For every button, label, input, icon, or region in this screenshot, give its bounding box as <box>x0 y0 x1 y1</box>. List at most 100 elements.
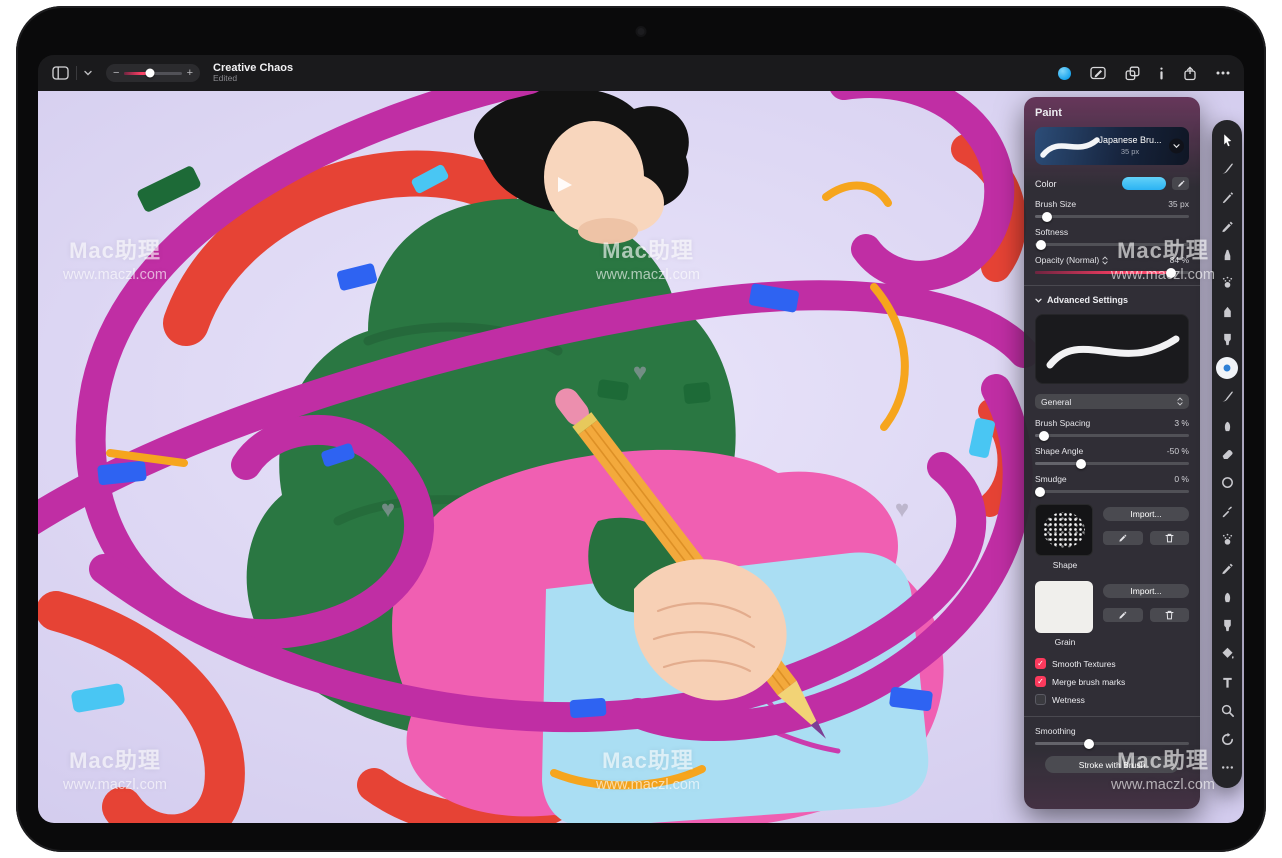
pencil-tool[interactable] <box>1216 215 1238 237</box>
eyedropper-tool[interactable] <box>1216 500 1238 522</box>
shape-texture-row: Shape Import... <box>1035 504 1189 570</box>
slider-label: Brush Size <box>1035 199 1076 209</box>
brush-name: Japanese Bru... <box>1095 135 1165 145</box>
color-row: Color <box>1035 177 1189 190</box>
color-swatch[interactable] <box>1122 177 1166 190</box>
shape-edit-button[interactable] <box>1103 531 1143 545</box>
grain-delete-button[interactable] <box>1150 608 1190 622</box>
shape-caption: Shape <box>1035 560 1095 570</box>
device-frame: − + Creative Chaos Edited <box>16 6 1266 852</box>
color-well[interactable] <box>1058 67 1071 80</box>
shape-delete-button[interactable] <box>1150 531 1190 545</box>
panel-divider <box>1024 285 1200 286</box>
ink-pen-tool[interactable] <box>1216 186 1238 208</box>
slider-value: 0 % <box>1174 474 1189 484</box>
layers-icon[interactable] <box>1125 66 1140 81</box>
brush-size-slider[interactable]: Brush Size 35 px <box>1035 199 1189 218</box>
brush-size-quick-slider[interactable]: − + <box>106 64 200 82</box>
color-edit-button[interactable] <box>1172 177 1189 190</box>
slider-label: Brush Spacing <box>1035 418 1090 428</box>
grain-caption: Grain <box>1035 637 1095 647</box>
slider-label: Smoothing <box>1035 726 1076 736</box>
checkbox-label: Smooth Textures <box>1052 659 1116 669</box>
stroke-with-brush-button[interactable]: Stroke with Brush <box>1045 756 1179 773</box>
slider-value: 84 % <box>1170 255 1189 265</box>
smoothing-slider[interactable]: Smoothing <box>1035 726 1189 745</box>
fill-tool[interactable] <box>1216 643 1238 665</box>
checkbox-smooth-textures[interactable]: ✓ Smooth Textures <box>1035 658 1189 669</box>
slider-value: 35 px <box>1168 199 1189 209</box>
checkbox-group: ✓ Smooth Textures ✓ Merge brush marks We… <box>1035 658 1189 705</box>
paint-tool[interactable] <box>1216 357 1238 379</box>
softness-slider[interactable]: Softness <box>1035 227 1189 246</box>
pencil-icon <box>1118 534 1127 543</box>
airbrush-tool[interactable] <box>1216 272 1238 294</box>
sidebar-toggle-button[interactable] <box>52 66 69 80</box>
more-icon[interactable] <box>1216 71 1230 75</box>
brush-selector-chevron[interactable] <box>1169 139 1184 154</box>
panel-title: Paint <box>1035 107 1189 119</box>
trash-icon <box>1165 533 1174 543</box>
checkbox-wetness[interactable]: Wetness <box>1035 694 1189 705</box>
tool-rail <box>1212 120 1242 788</box>
toolbar-top: − + Creative Chaos Edited <box>38 55 1244 91</box>
edit-canvas-icon[interactable] <box>1090 66 1106 80</box>
texture-brush-tool[interactable] <box>1216 614 1238 636</box>
chevron-up-down-icon <box>1177 397 1183 406</box>
color-label: Color <box>1035 179 1122 189</box>
brush-size-caption: 35 px <box>1095 147 1165 156</box>
grain-import-button[interactable]: Import... <box>1103 584 1189 598</box>
text-tool[interactable] <box>1216 671 1238 693</box>
chevron-down-icon <box>1035 298 1042 303</box>
blend-mode-stepper-icon[interactable] <box>1102 256 1108 265</box>
blend-tool[interactable] <box>1216 586 1238 608</box>
paint-brush-tool[interactable] <box>1216 158 1238 180</box>
advanced-settings-header[interactable]: Advanced Settings <box>1035 295 1189 305</box>
grain-texture-row: Grain Import... <box>1035 581 1189 647</box>
marker-tool[interactable] <box>1216 243 1238 265</box>
smudge-slider[interactable]: Smudge 0 % <box>1035 474 1189 493</box>
checkbox-label: Wetness <box>1052 695 1085 705</box>
slider-label: Opacity (Normal) <box>1035 255 1099 265</box>
quick-slider-track[interactable] <box>124 72 181 75</box>
shape-tool[interactable] <box>1216 471 1238 493</box>
app-window: − + Creative Chaos Edited <box>38 55 1244 823</box>
move-tool[interactable] <box>1216 129 1238 151</box>
brush-spacing-slider[interactable]: Brush Spacing 3 % <box>1035 418 1189 437</box>
info-icon[interactable] <box>1159 67 1164 80</box>
zoom-minus-button[interactable]: − <box>113 68 119 79</box>
advanced-settings-label: Advanced Settings <box>1047 295 1128 305</box>
zoom-tool[interactable] <box>1216 700 1238 722</box>
rotate-tool[interactable] <box>1216 728 1238 750</box>
pencil-icon <box>1118 611 1127 620</box>
brush-selector[interactable]: Japanese Bru... 35 px <box>1035 127 1189 165</box>
brush-mode-dropdown[interactable]: General <box>1035 394 1189 409</box>
document-title-block: Creative Chaos Edited <box>213 62 293 84</box>
detail-pencil-tool[interactable] <box>1216 557 1238 579</box>
chevron-down-icon[interactable] <box>84 70 92 76</box>
flat-brush-tool[interactable] <box>1216 329 1238 351</box>
shape-angle-slider[interactable]: Shape Angle -50 % <box>1035 446 1189 465</box>
opacity-slider[interactable]: Opacity (Normal) 84 % <box>1035 255 1189 274</box>
toolbar-divider <box>76 66 77 80</box>
smudge-tool[interactable] <box>1216 414 1238 436</box>
wet-brush-tool[interactable] <box>1216 386 1238 408</box>
share-icon[interactable] <box>1183 66 1197 81</box>
slider-label: Shape Angle <box>1035 446 1083 456</box>
grain-thumbnail[interactable] <box>1035 581 1093 633</box>
slider-value: -50 % <box>1167 446 1189 456</box>
shape-thumbnail[interactable] <box>1035 504 1093 556</box>
checkbox-label: Merge brush marks <box>1052 677 1125 687</box>
shape-import-button[interactable]: Import... <box>1103 507 1189 521</box>
panel-divider <box>1024 716 1200 717</box>
splatter-tool[interactable] <box>1216 528 1238 550</box>
grain-edit-button[interactable] <box>1103 608 1143 622</box>
eraser-tool[interactable] <box>1216 443 1238 465</box>
more-tools[interactable] <box>1216 757 1238 779</box>
zoom-plus-button[interactable]: + <box>187 68 193 79</box>
crayon-tool[interactable] <box>1216 300 1238 322</box>
checkbox-merge-brush-marks[interactable]: ✓ Merge brush marks <box>1035 676 1189 687</box>
slider-label: Smudge <box>1035 474 1067 484</box>
slider-value: 3 % <box>1174 418 1189 428</box>
brush-stroke-preview-icon <box>1035 127 1125 165</box>
